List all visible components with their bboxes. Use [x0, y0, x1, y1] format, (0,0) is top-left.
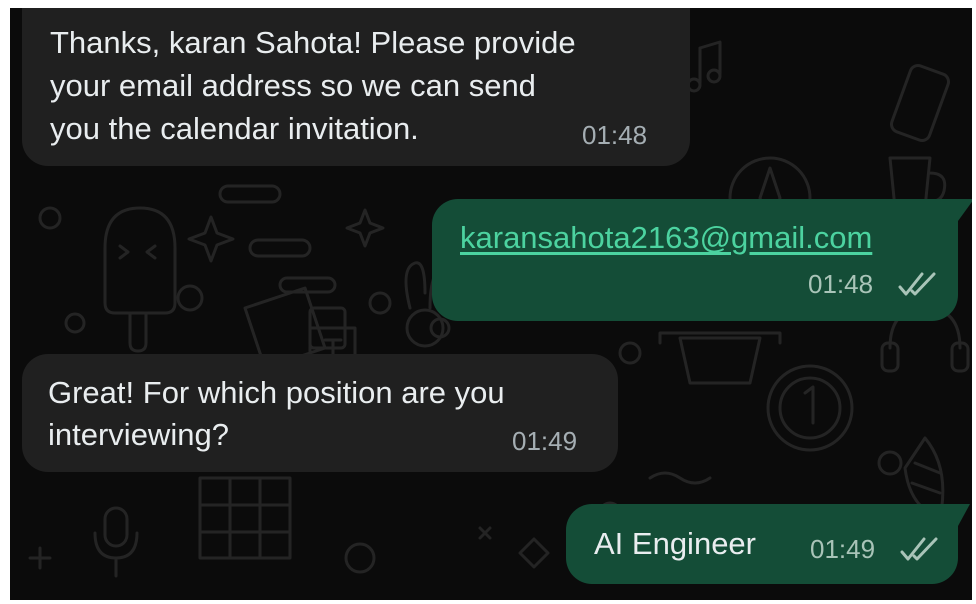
message-text-line: you the calendar invitation. [50, 111, 419, 146]
bubble-tail [958, 199, 972, 221]
message-text-line: Thanks, karan Sahota! Please provide [50, 25, 576, 60]
bubble-tail [958, 504, 970, 526]
email-link[interactable]: karansahota2163@gmail.com [460, 219, 872, 257]
message-text: AI Engineer [594, 526, 756, 561]
message-text-line: interviewing? [48, 417, 229, 452]
outgoing-message-bubble[interactable]: karansahota2163@gmail.com 01:48 [432, 199, 958, 321]
double-check-read-icon [898, 272, 936, 296]
outgoing-message-bubble[interactable]: AI Engineer 01:49 [566, 504, 958, 584]
message-timestamp: 01:48 [808, 269, 874, 299]
double-check-read-icon [900, 537, 938, 561]
message-timestamp: 01:48 [582, 120, 648, 150]
chat-panel: Thanks, karan Sahota! Please provide you… [10, 8, 972, 600]
incoming-message-bubble[interactable]: Thanks, karan Sahota! Please provide you… [22, 8, 690, 166]
message-text-line: your email address so we can send [50, 68, 536, 103]
incoming-message-bubble[interactable]: Great! For which position are you interv… [22, 354, 618, 472]
message-timestamp: 01:49 [810, 534, 876, 564]
message-text-line: Great! For which position are you [48, 375, 505, 410]
message-timestamp: 01:49 [512, 426, 578, 456]
